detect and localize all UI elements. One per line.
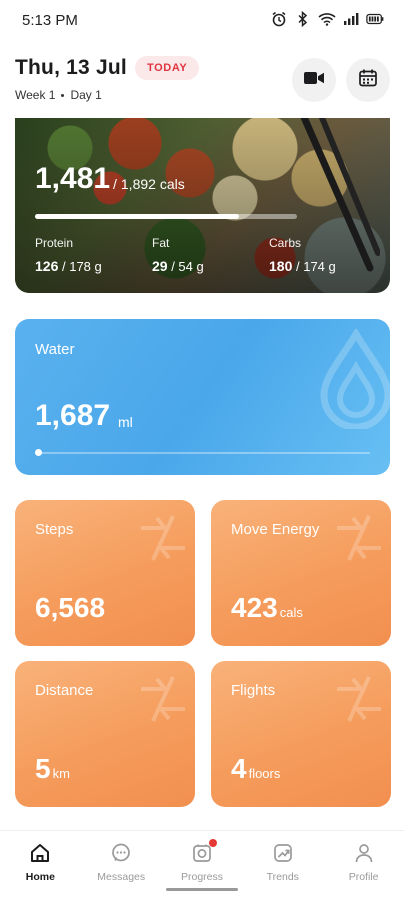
macro-value: 180 / 174 g [269, 258, 336, 274]
today-badge[interactable]: TODAY [135, 56, 200, 80]
notification-badge [208, 839, 217, 847]
macro-label: Protein [35, 236, 74, 250]
day-label: Day 1 [70, 88, 102, 102]
calories-card[interactable]: 1,481 /1,892 cals Protein 126 / 178 g Fa… [15, 118, 390, 293]
video-camera-icon [303, 70, 325, 91]
water-progress-knob[interactable] [35, 449, 42, 456]
status-bar: 5:13 PM [0, 0, 404, 40]
home-icon [28, 841, 52, 865]
macro-label: Fat [152, 236, 170, 250]
week-day-label: Week 1 Day 1 [15, 88, 102, 102]
nav-item-messages[interactable]: Messages [81, 831, 162, 900]
signal-icon [342, 10, 360, 28]
distance-watermark-icon [141, 676, 185, 722]
calories-consumed: 1,481 [35, 162, 111, 195]
alarm-icon [270, 10, 288, 28]
video-button[interactable] [292, 58, 336, 102]
nav-label: Trends [266, 871, 299, 883]
progress-icon [190, 839, 217, 865]
battery-icon [366, 10, 384, 28]
move-energy-value: 423 cals [231, 592, 303, 623]
macro-label: Carbs [269, 236, 302, 250]
calendar-icon [358, 68, 378, 93]
bluetooth-icon [294, 10, 312, 28]
flights-title: Flights [231, 682, 276, 699]
macro-carbs: Carbs 180 / 174 g [269, 236, 336, 274]
calories-separator: / [113, 176, 117, 192]
calories-target: 1,892 cals [120, 176, 185, 192]
calories-content: 1,481 /1,892 cals Protein 126 / 178 g Fa… [15, 118, 390, 293]
profile-icon [352, 841, 376, 865]
distance-title: Distance [35, 682, 94, 699]
calories-target-label: /1,892 cals [113, 176, 185, 192]
distance-card[interactable]: Distance 5 km [15, 661, 195, 807]
nav-item-trends[interactable]: Trends [242, 831, 323, 900]
nav-item-home[interactable]: Home [0, 831, 81, 900]
water-title: Water [35, 341, 75, 358]
nav-label: Profile [348, 871, 379, 883]
wifi-icon [318, 10, 336, 28]
messages-icon [109, 841, 133, 865]
week-label: Week 1 [15, 88, 56, 102]
macro-protein: Protein 126 / 178 g [35, 236, 102, 274]
flights-card[interactable]: Flights 4 floors [211, 661, 391, 807]
steps-card[interactable]: Steps 6,568 [15, 500, 195, 646]
macro-fat: Fat 29 / 54 g [152, 236, 204, 274]
page-title: Thu, 13 Jul [15, 56, 127, 79]
trends-icon [271, 841, 295, 865]
home-indicator [166, 888, 238, 891]
water-drop-icon [320, 329, 390, 429]
steps-watermark-icon [141, 515, 185, 561]
status-time: 5:13 PM [22, 12, 78, 29]
macro-value: 126 / 178 g [35, 258, 102, 274]
flights-value: 4 floors [231, 753, 281, 784]
status-icons [270, 10, 384, 28]
separator-dot [61, 93, 65, 97]
macro-value: 29 / 54 g [152, 258, 204, 274]
water-progress-track [35, 452, 370, 454]
water-value: 1,687 [35, 399, 111, 432]
calories-progress-fill [35, 214, 240, 219]
move-energy-title: Move Energy [231, 521, 320, 538]
water-unit: ml [118, 414, 133, 430]
page-header: Thu, 13 Jul TODAY Week 1 Day 1 [0, 52, 404, 112]
calories-progress-bar [35, 214, 297, 219]
nav-label: Progress [180, 871, 223, 883]
move-energy-card[interactable]: Move Energy 423 cals [211, 500, 391, 646]
nav-label: Messages [97, 871, 146, 883]
move-energy-watermark-icon [337, 515, 381, 561]
steps-value: 6,568 [35, 592, 106, 623]
water-card[interactable]: Water 1,687 ml [15, 319, 390, 475]
distance-value: 5 km [35, 753, 70, 784]
steps-title: Steps [35, 521, 74, 538]
nav-label: Home [25, 871, 55, 883]
nav-item-profile[interactable]: Profile [323, 831, 404, 900]
calendar-button[interactable] [346, 58, 390, 102]
flights-watermark-icon [337, 676, 381, 722]
